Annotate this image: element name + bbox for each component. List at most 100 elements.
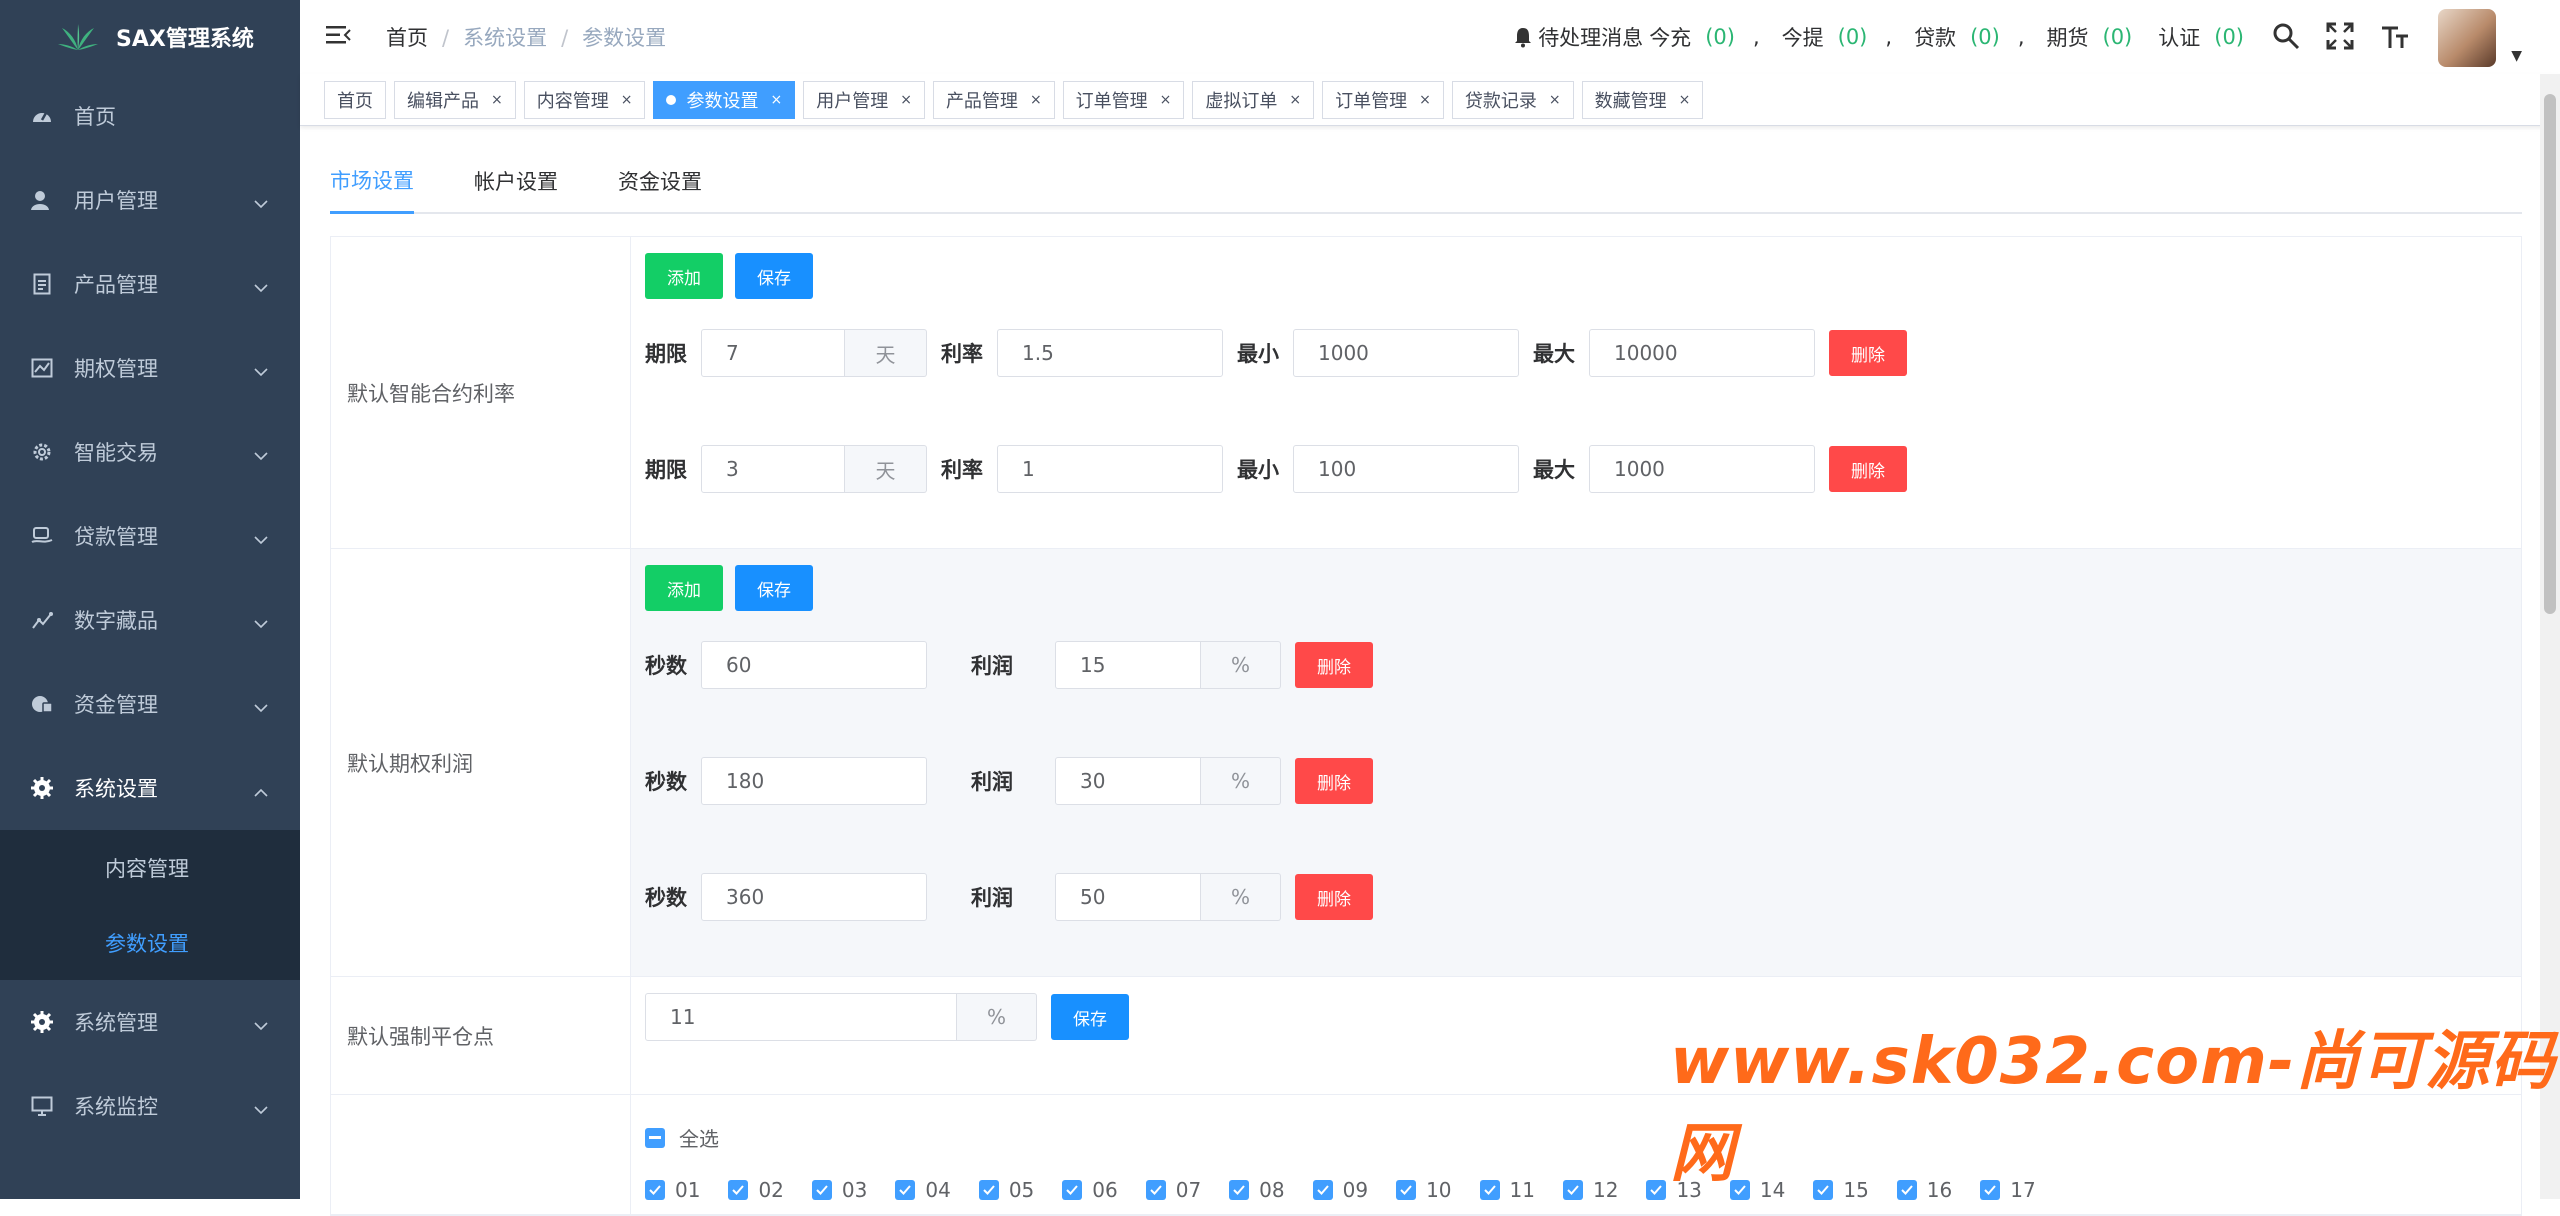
option-checkbox[interactable]: 09	[1312, 1178, 1368, 1202]
checkbox-checked-icon[interactable]	[1562, 1180, 1583, 1200]
option-checkbox[interactable]: 08	[1229, 1178, 1285, 1202]
close-icon[interactable]: ×	[1030, 92, 1042, 108]
tag-0[interactable]: 首页	[324, 80, 386, 119]
tag-5[interactable]: 产品管理 ×	[932, 80, 1055, 119]
option-checkbox[interactable]: 11	[1479, 1178, 1535, 1202]
option-checkbox[interactable]: 07	[1145, 1178, 1201, 1202]
sidebar-item-3[interactable]: 期权管理	[0, 326, 300, 410]
rate-input[interactable]: 1.5	[997, 329, 1223, 377]
max-input[interactable]: 1000	[1589, 445, 1815, 493]
delete-button[interactable]: 删除	[1295, 874, 1373, 920]
min-input[interactable]: 1000	[1293, 329, 1519, 377]
tag-7[interactable]: 虚拟订单 ×	[1192, 80, 1315, 119]
sidebar-item-after-1[interactable]: 系统监控	[0, 1064, 300, 1148]
close-icon[interactable]: ×	[770, 92, 782, 108]
checkbox-indeterminate-icon[interactable]	[645, 1127, 665, 1148]
rate-input[interactable]: 1	[997, 445, 1223, 493]
sidebar-subitem-1[interactable]: 参数设置	[0, 905, 300, 980]
monitor-icon	[30, 1094, 54, 1118]
tag-1[interactable]: 编辑产品 ×	[394, 80, 516, 119]
sidebar-item-8[interactable]: 系统设置	[0, 746, 300, 830]
checkbox-checked-icon[interactable]	[1145, 1180, 1166, 1200]
option-checkbox[interactable]: 05	[978, 1178, 1034, 1202]
close-icon[interactable]: ×	[1419, 92, 1431, 108]
checkbox-checked-icon[interactable]	[1229, 1180, 1250, 1200]
close-icon[interactable]: ×	[900, 92, 912, 108]
tab-2[interactable]: 资金设置	[618, 166, 702, 212]
option-checkbox[interactable]: 10	[1396, 1178, 1452, 1202]
checkbox-checked-icon[interactable]	[728, 1180, 749, 1200]
pending-notice[interactable]: 待处理消息 今充 (0) , 今提 (0) , 贷款 (0) , 期货 (0) …	[1514, 22, 2248, 52]
sidebar-item-1[interactable]: 用户管理	[0, 158, 300, 242]
add-button[interactable]: 添加	[645, 253, 723, 299]
close-icon[interactable]: ×	[1549, 92, 1561, 108]
rate-row: 期限 3 天利率 1 最小 100 最大 1000 删除	[645, 445, 2521, 493]
tag-10[interactable]: 数藏管理 ×	[1581, 80, 1704, 119]
hamburger-icon[interactable]	[326, 24, 352, 50]
sidebar-subitem-0[interactable]: 内容管理	[0, 830, 300, 905]
breadcrumb-home[interactable]: 首页	[386, 26, 428, 50]
delete-button[interactable]: 删除	[1829, 446, 1907, 492]
option-checkbox[interactable]: 06	[1062, 1178, 1118, 1202]
tag-4[interactable]: 用户管理 ×	[803, 80, 925, 119]
tab-0[interactable]: 市场设置	[330, 165, 414, 214]
delete-button[interactable]: 删除	[1829, 330, 1907, 376]
delete-button[interactable]: 删除	[1295, 642, 1373, 688]
checkbox-checked-icon[interactable]	[811, 1180, 832, 1200]
fullscreen-icon[interactable]	[2326, 22, 2354, 50]
delete-button[interactable]: 删除	[1295, 758, 1373, 804]
option-checkbox[interactable]: 12	[1562, 1178, 1618, 1202]
close-icon[interactable]: ×	[621, 92, 633, 108]
tag-3[interactable]: 参数设置 ×	[653, 80, 796, 119]
term-input[interactable]: 3	[701, 445, 845, 493]
option-checkbox[interactable]: 03	[811, 1178, 867, 1202]
sidebar-item-4[interactable]: 智能交易	[0, 410, 300, 494]
checkbox-checked-icon[interactable]	[1479, 1180, 1500, 1200]
font-size-icon[interactable]	[2380, 22, 2410, 50]
sidebar-item-after-0[interactable]: 系统管理	[0, 980, 300, 1064]
sidebar-item-6[interactable]: 数字藏品	[0, 578, 300, 662]
user-avatar[interactable]	[2438, 9, 2496, 67]
save-button[interactable]: 保存	[735, 565, 813, 611]
checkbox-checked-icon[interactable]	[1312, 1180, 1333, 1200]
option-checkbox[interactable]: 04	[895, 1178, 951, 1202]
close-icon[interactable]: ×	[1289, 92, 1301, 108]
checkbox-checked-icon[interactable]	[1062, 1180, 1083, 1200]
tag-8[interactable]: 订单管理 ×	[1322, 80, 1444, 119]
search-icon[interactable]	[2272, 22, 2300, 50]
option-checkbox[interactable]: 02	[728, 1178, 784, 1202]
close-icon[interactable]: ×	[491, 92, 503, 108]
save-button[interactable]: 保存	[1051, 994, 1129, 1040]
seconds-input[interactable]: 360	[701, 873, 927, 921]
checkbox-checked-icon[interactable]	[1396, 1180, 1417, 1200]
profit-input[interactable]: 30	[1055, 757, 1201, 805]
checkbox-checked-icon[interactable]	[978, 1180, 999, 1200]
save-button[interactable]: 保存	[735, 253, 813, 299]
liquidation-input[interactable]: 11	[645, 993, 957, 1041]
term-input[interactable]: 7	[701, 329, 845, 377]
option-checkbox[interactable]: 01	[645, 1178, 700, 1202]
close-icon[interactable]: ×	[1679, 92, 1691, 108]
seconds-input[interactable]: 60	[701, 641, 927, 689]
checkbox-checked-icon[interactable]	[1646, 1180, 1667, 1200]
sidebar-item-0[interactable]: 首页	[0, 74, 300, 158]
checkbox-checked-icon[interactable]	[895, 1180, 916, 1200]
seconds-input[interactable]: 180	[701, 757, 927, 805]
sidebar-item-5[interactable]: 贷款管理	[0, 494, 300, 578]
profit-input[interactable]: 15	[1055, 641, 1201, 689]
scrollbar-thumb[interactable]	[2544, 94, 2556, 614]
max-input[interactable]: 10000	[1589, 329, 1815, 377]
sidebar-item-2[interactable]: 产品管理	[0, 242, 300, 326]
close-icon[interactable]: ×	[1160, 92, 1172, 108]
tag-2[interactable]: 内容管理 ×	[523, 80, 646, 119]
tab-1[interactable]: 帐户设置	[474, 166, 558, 212]
add-button[interactable]: 添加	[645, 565, 723, 611]
profit-input[interactable]: 50	[1055, 873, 1201, 921]
tag-9[interactable]: 贷款记录 ×	[1451, 80, 1574, 119]
app-logo[interactable]: SAX管理系统	[0, 0, 300, 74]
sidebar-item-7[interactable]: 资金管理	[0, 662, 300, 746]
min-input[interactable]: 100	[1293, 445, 1519, 493]
checkbox-checked-icon[interactable]	[645, 1180, 665, 1200]
tag-6[interactable]: 订单管理 ×	[1062, 80, 1185, 119]
caret-down-icon[interactable]: ▼	[2511, 48, 2522, 64]
